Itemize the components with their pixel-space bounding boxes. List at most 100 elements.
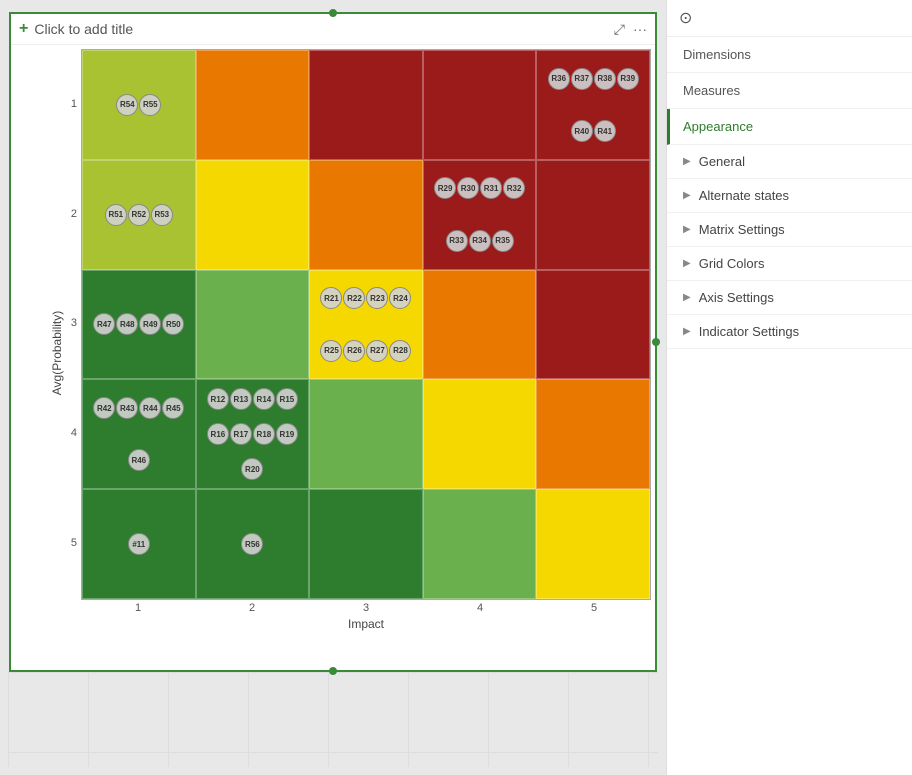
chart-title-area[interactable]: + Click to add title xyxy=(19,20,133,38)
matrix-with-yaxis: 5 4 3 2 1 R54 R55 xyxy=(61,49,651,600)
chevron-indicator-icon: ▶ xyxy=(683,326,691,337)
chart-header: + Click to add title ⤢ ··· xyxy=(11,14,655,45)
bubble-R50: R50 xyxy=(162,313,184,335)
section-axis-settings-header[interactable]: ▶ Axis Settings xyxy=(667,281,912,314)
cell-1-4 xyxy=(423,489,537,599)
section-grid-colors: ▶ Grid Colors xyxy=(667,247,912,281)
cell-2-1: R42 R43 R44 R45 R46 xyxy=(82,379,196,489)
cell-3-1: R47 R48 R49 R50 xyxy=(82,270,196,380)
bubble-R42: R42 xyxy=(93,397,115,419)
cell-3-2 xyxy=(196,270,310,380)
section-general: ▶ General xyxy=(667,145,912,179)
section-alternate-states-header[interactable]: ▶ Alternate states xyxy=(667,179,912,212)
sidebar-item-dimensions[interactable]: Dimensions xyxy=(667,37,912,73)
x-tick-3: 3 xyxy=(309,602,423,614)
bubble-R39: R39 xyxy=(617,68,639,90)
bubble-R17: R17 xyxy=(230,423,252,445)
x-axis-label: Impact xyxy=(348,617,384,631)
bubble-R37: R37 xyxy=(571,68,593,90)
bubble-R55: R55 xyxy=(139,94,161,116)
section-indicator-label: Indicator Settings xyxy=(699,324,799,339)
bubble-R51: R51 xyxy=(105,204,127,226)
bubble-R18: R18 xyxy=(253,423,275,445)
cell-2-4 xyxy=(423,379,537,489)
sidebar-top: ⊙ xyxy=(667,0,912,37)
bubble-R52: R52 xyxy=(128,204,150,226)
y-tick-2: 2 xyxy=(61,208,81,220)
section-indicator-settings-header[interactable]: ▶ Indicator Settings xyxy=(667,315,912,348)
chart-inner: 5 4 3 2 1 R54 R55 xyxy=(61,49,651,631)
bubble-R13: R13 xyxy=(230,388,252,410)
bubble-R49: R49 xyxy=(139,313,161,335)
x-tick-labels: 1 2 3 4 5 xyxy=(61,602,651,614)
bubble-R26: R26 xyxy=(343,340,365,362)
chart-title-placeholder: Click to add title xyxy=(34,21,133,37)
cell-2-5 xyxy=(536,379,650,489)
bubble-R30: R30 xyxy=(457,177,479,199)
bubble-R21: R21 xyxy=(320,287,342,309)
bubble-R24: R24 xyxy=(389,287,411,309)
cell-5-2 xyxy=(196,50,310,160)
bubble-R53: R53 xyxy=(151,204,173,226)
resize-handle-top[interactable] xyxy=(329,9,337,17)
cell-5-3 xyxy=(309,50,423,160)
main-area: + Click to add title ⤢ ··· Avg(Probabili… xyxy=(0,0,666,775)
section-general-header[interactable]: ▶ General xyxy=(667,145,912,178)
chevron-grid-icon: ▶ xyxy=(683,258,691,269)
y-tick-3: 3 xyxy=(61,317,81,329)
bubble-R40: R40 xyxy=(571,120,593,142)
section-matrix-settings: ▶ Matrix Settings xyxy=(667,213,912,247)
y-tick-4: 4 xyxy=(61,427,81,439)
more-options-icon[interactable]: ··· xyxy=(633,21,647,37)
section-alternate-label: Alternate states xyxy=(699,188,789,203)
cell-4-5 xyxy=(536,160,650,270)
sidebar-item-appearance[interactable]: Appearance xyxy=(667,109,912,145)
bubble-R29: R29 xyxy=(434,177,456,199)
chevron-matrix-icon: ▶ xyxy=(683,224,691,235)
cell-1-2: R56 xyxy=(196,489,310,599)
cell-4-2 xyxy=(196,160,310,270)
bubble-R43: R43 xyxy=(116,397,138,419)
section-matrix-label: Matrix Settings xyxy=(699,222,785,237)
chart-header-actions: ⤢ ··· xyxy=(614,21,647,38)
bubble-R31: R31 xyxy=(480,177,502,199)
cell-3-5 xyxy=(536,270,650,380)
settings-icon: ⊙ xyxy=(679,8,692,28)
x-tick-1: 1 xyxy=(81,602,195,614)
bubble-R28: R28 xyxy=(389,340,411,362)
bubble-R16: R16 xyxy=(207,423,229,445)
cell-1-5 xyxy=(536,489,650,599)
bubble-R15: R15 xyxy=(276,388,298,410)
cell-5-5: R36 R37 R38 R39 R40 R41 xyxy=(536,50,650,160)
bubble-R48: R48 xyxy=(116,313,138,335)
cell-5-4 xyxy=(423,50,537,160)
sidebar-nav: Dimensions Measures Appearance xyxy=(667,37,912,145)
cell-4-4: R29 R30 R31 R32 R33 R34 R35 xyxy=(423,160,537,270)
chevron-general-icon: ▶ xyxy=(683,156,691,167)
expand-icon[interactable]: ⤢ xyxy=(614,21,625,38)
sidebar: ⊙ Dimensions Measures Appearance ▶ Gener… xyxy=(666,0,912,775)
section-matrix-settings-header[interactable]: ▶ Matrix Settings xyxy=(667,213,912,246)
cell-4-3 xyxy=(309,160,423,270)
section-grid-colors-header[interactable]: ▶ Grid Colors xyxy=(667,247,912,280)
sidebar-item-measures[interactable]: Measures xyxy=(667,73,912,109)
bubble-R46: R46 xyxy=(128,449,150,471)
section-grid-label: Grid Colors xyxy=(699,256,765,271)
x-tick-4: 4 xyxy=(423,602,537,614)
chevron-alternate-icon: ▶ xyxy=(683,190,691,201)
bubble-R22: R22 xyxy=(343,287,365,309)
bubble-R44: R44 xyxy=(139,397,161,419)
section-axis-label: Axis Settings xyxy=(699,290,774,305)
x-tick-5: 5 xyxy=(537,602,651,614)
grid-background xyxy=(8,672,658,767)
chevron-axis-icon: ▶ xyxy=(683,292,691,303)
cell-5-1: R54 R55 xyxy=(82,50,196,160)
bubble-R45: R45 xyxy=(162,397,184,419)
bubble-R25: R25 xyxy=(320,340,342,362)
resize-handle-bottom[interactable] xyxy=(329,667,337,675)
section-axis-settings: ▶ Axis Settings xyxy=(667,281,912,315)
bubble-R56: R56 xyxy=(241,533,263,555)
y-tick-1: 1 xyxy=(61,98,81,110)
bubble-R19: R19 xyxy=(276,423,298,445)
chart-container: + Click to add title ⤢ ··· Avg(Probabili… xyxy=(9,12,657,672)
